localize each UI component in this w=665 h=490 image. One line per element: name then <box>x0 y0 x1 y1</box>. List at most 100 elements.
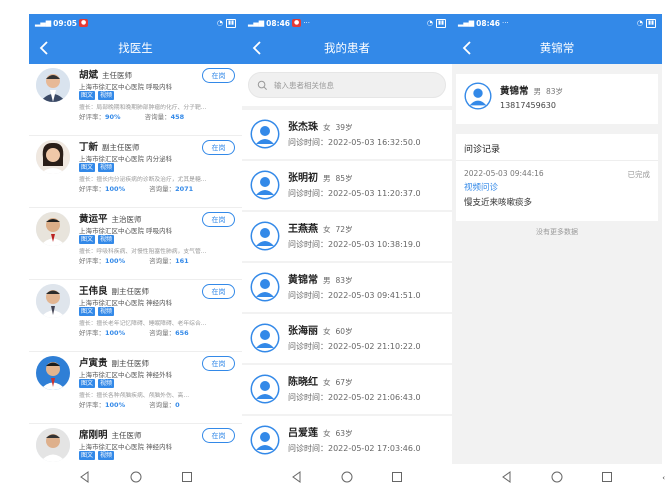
patient-row[interactable]: 吕爱莲女 63岁 问诊时间：2022-05-02 17:03:46.0 <box>242 416 452 467</box>
doctor-specialty: 擅长：局部晚期和晚期肺部肿瘤的化疗、分子靶… <box>79 105 207 111</box>
patient-list: 张杰珠女 39岁 问诊时间：2022-05-03 16:32:50.0 张明初男 8… <box>242 110 452 467</box>
doctor-card[interactable]: 胡斌 主任医师 上海市徐汇区中心医院 呼吸内科 图文 视频 擅长：局部晚期和晚期肺部… <box>29 64 242 136</box>
nav-home-icon[interactable] <box>129 470 143 484</box>
tag-video-consult: 视频 <box>98 307 115 316</box>
back-arrow-icon[interactable] <box>35 38 55 58</box>
nav-back-icon[interactable] <box>78 470 92 484</box>
doctor-card[interactable]: 丁新 副主任医师 上海市徐汇区中心医院 内分泌科 图文 视频 擅长：擅长内分泌疾病的… <box>29 136 242 208</box>
tag-text-consult: 图文 <box>79 379 96 388</box>
doctor-card[interactable]: 黄运平 主治医师 上海市徐汇区中心医院 呼吸内科 图文 视频 擅长：呼吸科疾病、对慢… <box>29 208 242 280</box>
more-notifications-icon: ··· <box>502 19 509 27</box>
rating-value: 100% <box>105 329 126 337</box>
count-label: 咨询量： <box>149 257 176 265</box>
doctor-name: 席刚明 <box>79 430 108 441</box>
patient-name: 张杰珠 <box>288 122 318 133</box>
nav-recents-icon[interactable] <box>180 470 194 484</box>
nav-back-icon[interactable] <box>290 470 304 484</box>
doctor-avatar <box>36 212 70 246</box>
consult-time-label: 问诊时间： <box>288 240 328 249</box>
find-doctor-screen: ▂▄▆ 09:05 ● ◔ ▮▮ 找医生 胡斌 主任医师 上海市徐汇区中心医院 呼… <box>29 14 242 490</box>
nav-recents-icon[interactable] <box>600 470 614 484</box>
patient-age: 39岁 <box>335 123 353 132</box>
back-arrow-icon[interactable] <box>248 38 268 58</box>
patient-age: 60岁 <box>335 327 353 336</box>
doctor-hospital: 上海市徐汇区中心医院 呼吸内科 <box>79 227 173 235</box>
alarm-icon: ◔ <box>426 19 433 27</box>
battery-icon: ▮▮ <box>435 18 446 28</box>
rating-value: 90% <box>105 113 121 121</box>
doctor-name: 丁新 <box>79 142 99 153</box>
consult-time-label: 问诊时间： <box>288 393 328 402</box>
doctor-hospital: 上海市徐汇区中心医院 神经内科 <box>79 299 173 307</box>
search-box[interactable] <box>248 72 446 98</box>
patient-avatar-icon <box>250 119 280 149</box>
patient-phone[interactable]: 13817459630 <box>500 101 556 110</box>
back-arrow-icon[interactable] <box>458 38 478 58</box>
consult-record[interactable]: 2022-05-03 09:44:16 已完成 视频问诊 慢支近来咳嗽痰多 <box>456 161 658 221</box>
on-duty-button[interactable]: 在岗 <box>202 140 235 155</box>
tag-video-consult: 视频 <box>98 451 115 460</box>
tag-video-consult: 视频 <box>98 163 115 172</box>
count-value: 2071 <box>175 185 194 193</box>
navbar: 黄锦常 <box>452 32 662 64</box>
patient-row[interactable]: 张明初男 85岁 问诊时间：2022-05-03 11:20:37.0 <box>242 161 452 212</box>
count-label: 咨询量： <box>149 185 176 193</box>
patient-row[interactable]: 黄锦常男 83岁 问诊时间：2022-05-03 09:41:51.0 <box>242 263 452 314</box>
on-duty-button[interactable]: 在岗 <box>202 284 235 299</box>
nav-back-icon[interactable] <box>500 470 514 484</box>
doctor-hospital: 上海市徐汇区中心医院 神经内科 <box>79 443 173 451</box>
rating-value: 100% <box>105 185 126 193</box>
doctor-specialty: 擅长：擅长内分泌疾病的诊断及治疗，尤其是糖… <box>79 177 207 183</box>
patient-row[interactable]: 张海丽女 60岁 问诊时间：2022-05-02 21:10:22.0 <box>242 314 452 365</box>
patient-avatar-icon <box>250 272 280 302</box>
patient-avatar-icon <box>250 425 280 455</box>
doctor-title: 主任医师 <box>111 431 142 440</box>
person-photo-icon <box>36 212 70 246</box>
consult-time-label: 问诊时间： <box>288 189 328 198</box>
record-complaint: 慢支近来咳嗽痰多 <box>464 198 533 208</box>
on-duty-button[interactable]: 在岗 <box>202 356 235 371</box>
patient-name: 陈晓红 <box>288 377 318 388</box>
on-duty-button[interactable]: 在岗 <box>202 212 235 227</box>
navbar: 找医生 <box>29 32 242 64</box>
count-value: 458 <box>170 113 185 121</box>
rating-value: 100% <box>105 401 126 409</box>
doctor-specialty: 擅长：擅长老年记忆障碍、睡眠障碍、老年综合… <box>79 321 207 327</box>
doctor-card[interactable]: 卢寅贵 副主任医师 上海市徐汇区中心医院 神经外科 图文 视频 擅长：擅长各种颅脑疾… <box>29 352 242 424</box>
count-value: 161 <box>175 257 189 265</box>
on-duty-button[interactable]: 在岗 <box>202 428 235 443</box>
doctor-card[interactable]: 王伟良 副主任医师 上海市徐汇区中心医院 神经内科 图文 视频 擅长：擅长老年记忆障… <box>29 280 242 352</box>
consult-time-label: 问诊时间： <box>288 138 328 147</box>
doctor-hospital: 上海市徐汇区中心医院 内分泌科 <box>79 155 173 163</box>
tag-text-consult: 图文 <box>79 307 96 316</box>
nav-home-icon[interactable] <box>340 470 354 484</box>
doctor-specialty: 擅长：擅长各种颅脑疾病、颅脑外伤、高… <box>79 393 190 399</box>
search-input[interactable] <box>274 80 424 90</box>
page-title: 黄锦常 <box>539 41 575 55</box>
page-title: 找医生 <box>118 41 153 55</box>
doctor-title: 副主任医师 <box>111 287 150 296</box>
signal-icon: ▂▄▆ <box>458 19 475 27</box>
patient-row[interactable]: 张杰珠女 39岁 问诊时间：2022-05-03 16:32:50.0 <box>242 110 452 161</box>
doctor-name: 黄运平 <box>79 214 108 225</box>
rating-label: 好评率： <box>79 401 105 409</box>
patient-info-card: 黄锦常男 83岁 13817459630 <box>456 74 658 124</box>
patient-row[interactable]: 王燕燕女 72岁 问诊时间：2022-05-03 10:38:19.0 <box>242 212 452 263</box>
status-time: 09:05 <box>53 18 78 28</box>
consult-time: 2022-05-02 17:03:46.0 <box>328 444 421 453</box>
person-photo-icon <box>36 284 70 318</box>
on-duty-button[interactable]: 在岗 <box>202 68 235 83</box>
nav-recents-icon[interactable] <box>390 470 404 484</box>
signal-icon: ▂▄▆ <box>35 19 52 27</box>
doctor-name: 胡斌 <box>79 70 99 81</box>
count-label: 咨询量： <box>144 113 171 121</box>
patient-row[interactable]: 陈晓红女 67岁 问诊时间：2022-05-02 21:06:43.0 <box>242 365 452 416</box>
patient-name: 黄锦常 <box>288 275 318 286</box>
nav-home-icon[interactable] <box>550 470 564 484</box>
status-bar: ▂▄▆ 08:46 ● ··· ◔ ▮▮ <box>242 14 452 32</box>
battery-icon: ▮▮ <box>645 18 656 28</box>
records-header: 问诊记录 <box>464 145 501 155</box>
consult-time-label: 问诊时间： <box>288 291 328 300</box>
patient-detail-screen: ▂▄▆ 08:46 ··· ◔ ▮▮ 黄锦常 黄锦常男 83岁 138174596… <box>452 14 662 490</box>
doctor-title: 副主任医师 <box>102 143 140 152</box>
